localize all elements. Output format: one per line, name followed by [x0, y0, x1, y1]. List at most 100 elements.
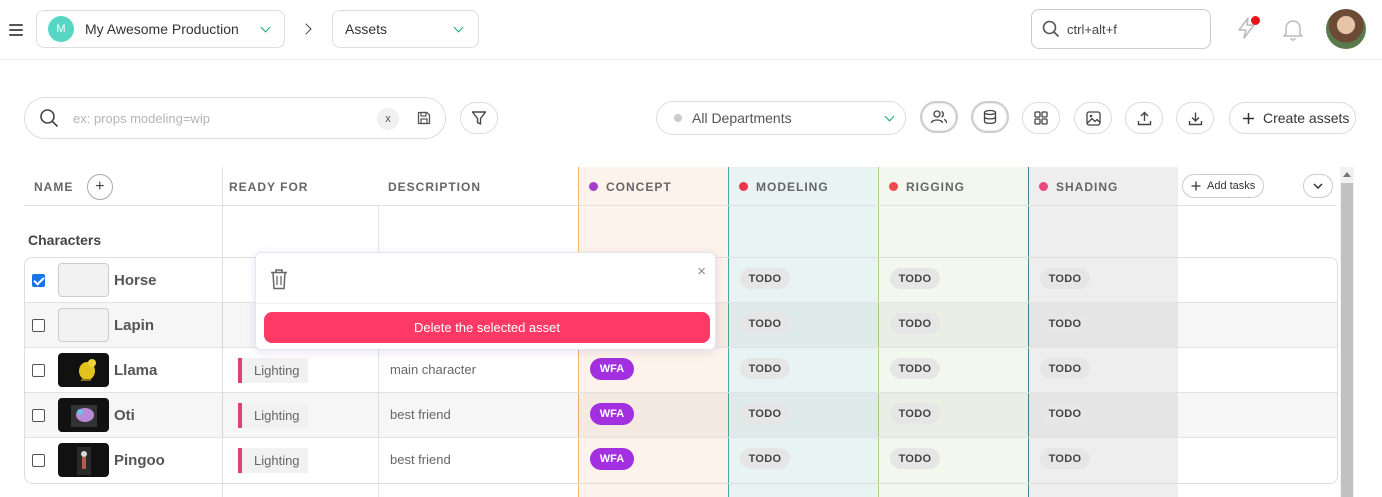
task-status-shading[interactable]: TODO [1040, 268, 1090, 289]
upload-icon [1137, 111, 1151, 125]
asset-thumbnail[interactable] [58, 263, 109, 297]
production-selector[interactable]: M My Awesome Production [36, 10, 285, 48]
row-checkbox[interactable] [32, 319, 45, 332]
task-status-shading[interactable]: TODO [1040, 358, 1090, 379]
grid-view-button[interactable] [1022, 102, 1060, 134]
task-status-rigging[interactable]: TODO [890, 403, 940, 424]
ready-for-badge[interactable]: Lighting [238, 358, 308, 383]
row-checkbox[interactable] [32, 274, 45, 287]
people-icon [930, 110, 948, 124]
department-dot [674, 114, 682, 122]
asset-name[interactable]: Horse [114, 272, 157, 289]
clear-search-button[interactable]: x [377, 108, 399, 130]
asset-name[interactable]: Llama [114, 362, 157, 379]
task-status-modeling[interactable]: TODO [740, 358, 790, 379]
task-status-modeling[interactable]: TODO [740, 268, 790, 289]
task-status-shading[interactable]: TODO [1040, 313, 1090, 334]
asset-thumbnail[interactable] [58, 443, 109, 477]
create-assets-label: Create assets [1263, 110, 1350, 126]
asset-description[interactable]: main character [390, 362, 476, 377]
asset-description[interactable]: best friend [390, 407, 451, 422]
import-button[interactable] [1125, 102, 1163, 134]
task-status-shading[interactable]: TODO [1040, 448, 1090, 469]
bell-icon[interactable] [1282, 17, 1304, 41]
asset-thumbnail[interactable] [58, 308, 109, 342]
asset-name[interactable]: Oti [114, 407, 135, 424]
table-row[interactable]: Llama Lighting main character WFA TODO T… [25, 348, 1337, 393]
image-icon [1085, 110, 1101, 126]
task-status-modeling[interactable]: TODO [740, 448, 790, 469]
rigging-header-label: RIGGING [906, 179, 966, 194]
task-status-concept[interactable]: WFA [590, 358, 634, 380]
asset-search-placeholder: ex: props modeling=wip [73, 110, 210, 126]
save-filter-icon[interactable] [417, 111, 431, 125]
department-selector[interactable]: All Departments [656, 101, 906, 135]
task-status-rigging[interactable]: TODO [890, 358, 940, 379]
database-view-button[interactable] [971, 101, 1009, 133]
task-status-modeling[interactable]: TODO [740, 313, 790, 334]
modeling-column-header[interactable]: MODELING [739, 167, 829, 206]
section-name: Assets [345, 21, 388, 37]
menu-icon[interactable] [9, 24, 23, 36]
row-checkbox[interactable] [32, 364, 45, 377]
task-color-dot [889, 182, 898, 191]
production-name: My Awesome Production [85, 21, 239, 37]
global-search-input[interactable]: ctrl+alt+f [1031, 9, 1211, 49]
description-header-label: DESCRIPTION [388, 179, 482, 194]
ready-for-badge[interactable]: Lighting [238, 448, 308, 473]
delete-asset-popup: × Delete the selected asset [255, 252, 716, 350]
close-popup-button[interactable]: × [697, 263, 706, 280]
popup-divider [256, 303, 715, 304]
chevron-down-icon [453, 22, 464, 33]
asset-description[interactable]: best friend [390, 452, 451, 467]
table-row[interactable]: Pingoo Lighting best friend WFA TODO TOD… [25, 438, 1337, 483]
table-row[interactable]: Oti Lighting best friend WFA TODO TODO T… [25, 393, 1337, 438]
task-status-rigging[interactable]: TODO [890, 448, 940, 469]
search-icon [1042, 20, 1060, 38]
row-checkbox[interactable] [32, 454, 45, 467]
production-avatar: M [48, 16, 74, 42]
notification-dot [1251, 16, 1260, 25]
add-tasks-button[interactable]: Add tasks [1182, 174, 1264, 198]
description-column-header[interactable]: DESCRIPTION [388, 167, 481, 206]
task-status-shading[interactable]: TODO [1040, 403, 1090, 424]
scrollbar-thumb[interactable] [1341, 183, 1353, 497]
concept-column-header[interactable]: CONCEPT [589, 167, 672, 206]
people-view-button[interactable] [920, 101, 958, 133]
name-column-header[interactable]: NAME + [34, 167, 114, 206]
download-icon [1188, 112, 1202, 125]
task-status-rigging[interactable]: TODO [890, 268, 940, 289]
asset-thumbnail[interactable] [58, 398, 109, 432]
shading-column-header[interactable]: SHADING [1039, 167, 1118, 206]
task-status-concept[interactable]: WFA [590, 448, 634, 470]
rigging-column-header[interactable]: RIGGING [889, 167, 965, 206]
task-status-rigging[interactable]: TODO [890, 313, 940, 334]
section-selector[interactable]: Assets [332, 10, 479, 48]
row-checkbox[interactable] [32, 409, 45, 422]
thumbnails-button[interactable] [1074, 102, 1112, 134]
name-header-label: NAME [34, 179, 74, 194]
asset-search-input[interactable]: ex: props modeling=wip x [24, 97, 446, 139]
filter-button[interactable] [460, 102, 498, 134]
ready-for-badge[interactable]: Lighting [238, 403, 308, 428]
export-button[interactable] [1176, 102, 1214, 134]
concept-header-label: CONCEPT [606, 179, 672, 194]
add-column-button[interactable]: + [87, 173, 114, 200]
task-status-modeling[interactable]: TODO [740, 403, 790, 424]
asset-name[interactable]: Pingoo [114, 452, 165, 469]
collapse-columns-button[interactable] [1303, 174, 1333, 198]
asset-thumbnail[interactable] [58, 353, 109, 387]
chevron-down-icon [260, 22, 271, 33]
ready-for-column-header[interactable]: READY FOR [229, 167, 308, 206]
task-status-concept[interactable]: WFA [590, 403, 634, 425]
oti-thumbnail-art [71, 405, 97, 427]
plus-icon [1191, 181, 1201, 191]
user-avatar[interactable] [1326, 9, 1366, 49]
grid-icon [1034, 111, 1048, 125]
scroll-up-arrow[interactable] [1343, 172, 1351, 177]
delete-asset-button[interactable]: Delete the selected asset [264, 312, 710, 343]
group-label: Characters [28, 232, 102, 248]
create-assets-button[interactable]: Create assets [1229, 102, 1356, 134]
top-bar: M My Awesome Production Assets ctrl+alt+… [0, 0, 1382, 60]
asset-name[interactable]: Lapin [114, 317, 154, 334]
